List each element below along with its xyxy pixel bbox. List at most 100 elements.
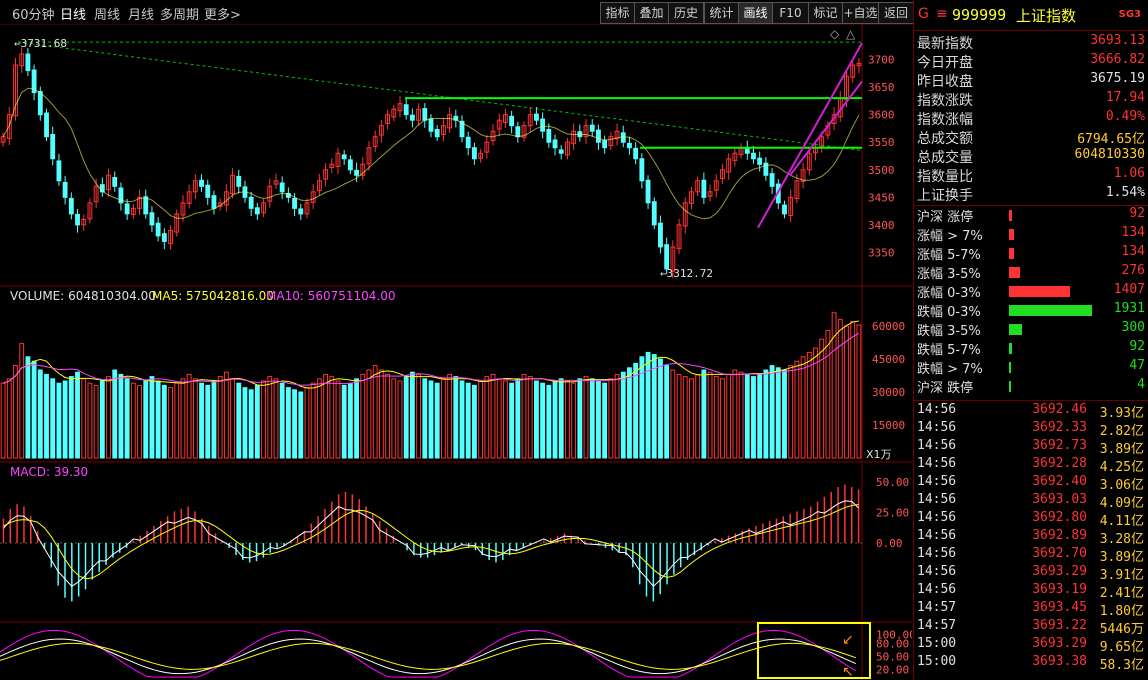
tick-volume: 3.91亿 xyxy=(1099,568,1144,583)
breadth-label: 涨幅 0-3% xyxy=(917,286,981,301)
quote-row: 总成交量 604810330 xyxy=(917,147,1145,166)
tick-time: 14:56 xyxy=(917,510,957,525)
candle-body xyxy=(161,233,167,242)
price-axis-label: 3600 xyxy=(868,109,895,122)
volume-bar xyxy=(571,382,577,459)
tool-button-8[interactable]: 返回 xyxy=(878,2,914,24)
tool-button-4[interactable]: 画线 xyxy=(738,2,773,24)
candle-body xyxy=(515,126,521,138)
candle-body xyxy=(602,140,608,149)
volume-bar xyxy=(180,378,186,459)
volume-bar xyxy=(651,354,657,459)
breadth-bar xyxy=(1009,248,1014,259)
volume-bar xyxy=(744,373,750,459)
menu-icon[interactable]: ≡ xyxy=(936,6,948,22)
tool-button-7[interactable]: +自选 xyxy=(842,2,879,24)
breadth-bar xyxy=(1009,362,1011,373)
candle-body xyxy=(620,132,626,143)
volume-bar xyxy=(56,382,62,459)
volume-bar xyxy=(695,373,701,459)
volume-bar xyxy=(13,365,18,459)
volume-bar xyxy=(360,373,366,459)
volume-bar xyxy=(93,384,99,459)
candle-body xyxy=(645,179,651,204)
volume-bar xyxy=(149,376,155,459)
volume-axis-label: 45000 xyxy=(872,353,905,366)
volume-bar xyxy=(310,382,316,459)
price-axis-label: 3700 xyxy=(868,54,895,67)
candle-body xyxy=(540,118,546,132)
price-axis-label: 3650 xyxy=(868,81,895,94)
tool-button-3[interactable]: 统计 xyxy=(704,2,739,24)
volume-bar xyxy=(434,382,440,459)
tick-volume: 3.89亿 xyxy=(1099,550,1144,565)
tick-row: 14:57 3693.45 1.80亿 xyxy=(917,600,1147,619)
volume-bar xyxy=(627,367,632,459)
quote-row: 指数量比 1.06 xyxy=(917,166,1145,185)
g-label[interactable]: G xyxy=(918,6,929,22)
candle-body xyxy=(199,179,204,187)
macd-legend: MACD: 39.30 xyxy=(10,465,88,479)
breadth-row: 跌幅 0-3% 1931 xyxy=(917,301,1147,320)
volume-bar xyxy=(68,376,74,459)
quote-value: 604810330 xyxy=(1074,147,1145,162)
candle-body xyxy=(552,139,558,149)
tool-button-5[interactable]: F10 xyxy=(772,2,809,24)
quote-label: 指数量比 xyxy=(917,169,973,185)
candle-body xyxy=(155,222,161,237)
volume-axis-label: 30000 xyxy=(872,386,905,399)
volume-bar xyxy=(161,384,167,459)
volume-legend-1: MA5: 575042816.00 xyxy=(152,289,274,303)
period-tab-3[interactable]: 月线 xyxy=(128,4,154,23)
symbol-code: 999999 xyxy=(952,6,1007,24)
volume-bar xyxy=(347,382,353,459)
tool-button-2[interactable]: 历史 xyxy=(668,2,704,24)
sg3-badge[interactable]: SG3 xyxy=(1119,9,1141,20)
breadth-bar xyxy=(1009,229,1014,240)
breadth-bar xyxy=(1009,267,1020,278)
volume-bar xyxy=(0,382,6,459)
period-tab-5[interactable]: 更多> xyxy=(204,4,241,23)
tick-price: 3693.29 xyxy=(1032,564,1087,579)
volume-bar xyxy=(292,389,297,459)
volume-bar xyxy=(50,378,56,459)
osc-axis-label: 50.00 xyxy=(876,650,909,663)
candle-body xyxy=(149,212,155,226)
osc-j-line xyxy=(0,629,857,678)
breadth-bar xyxy=(1009,286,1070,297)
volume-bar xyxy=(540,382,546,459)
period-tab-4[interactable]: 多周期 xyxy=(160,4,199,23)
volume-bar xyxy=(782,369,787,459)
quote-label: 指数涨跌 xyxy=(917,93,973,109)
volume-bar xyxy=(440,378,446,459)
volume-bar xyxy=(589,378,595,459)
tool-button-1[interactable]: 叠加 xyxy=(634,2,669,24)
volume-bar xyxy=(515,378,521,459)
quote-row: 昨日收盘 3675.19 xyxy=(917,71,1145,90)
tool-button-0[interactable]: 指标 xyxy=(600,2,635,24)
breadth-bar xyxy=(1009,305,1092,316)
breadth-row: 沪深 涨停 92 xyxy=(917,206,1147,225)
volume-bar xyxy=(521,373,527,459)
stock-chart[interactable]: 3700 3650 3600 3550 3500 3450 3400 3350 ←3731.68… xyxy=(0,24,912,680)
tool-button-6[interactable]: 标记 xyxy=(808,2,843,24)
period-tab-2[interactable]: 周线 xyxy=(94,4,120,23)
volume-axis-label: 60000 xyxy=(872,320,905,333)
candle-body xyxy=(279,182,285,193)
candle-body xyxy=(124,203,130,215)
period-tab-1[interactable]: 日线 xyxy=(60,4,86,23)
breadth-row: 涨幅 3-5% 276 xyxy=(917,263,1147,282)
breadth-label: 涨幅 > 7% xyxy=(917,229,983,244)
volume-bar xyxy=(682,376,688,459)
breadth-value: 134 xyxy=(1121,244,1145,259)
tick-row: 15:00 3693.38 58.3亿 xyxy=(917,654,1147,673)
tick-volume: 58.3亿 xyxy=(1099,658,1144,673)
volume-bar xyxy=(124,378,130,459)
volume-bar xyxy=(577,378,583,459)
volume-bar xyxy=(335,380,341,459)
tick-price: 3692.28 xyxy=(1032,456,1087,471)
candle-body xyxy=(68,197,74,215)
period-tab-0[interactable]: 60分钟 xyxy=(12,4,55,23)
tick-row: 14:56 3692.40 3.06亿 xyxy=(917,474,1147,493)
candle-body xyxy=(409,114,415,121)
